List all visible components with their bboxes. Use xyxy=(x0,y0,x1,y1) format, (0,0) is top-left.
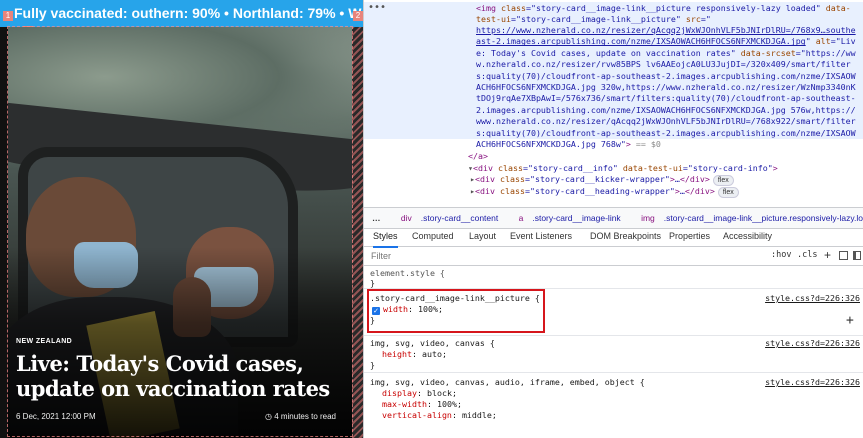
page-preview: Fully vaccinated: outhern: 90% • Northla… xyxy=(0,0,363,438)
dom-line-heading-wrapper[interactable]: ▸<div class="story-card__heading-wrapper… xyxy=(470,186,739,198)
read-time-text: 4 minutes to read xyxy=(274,412,336,421)
property-name: vertical-align xyxy=(382,410,452,420)
dom-line-img-src[interactable]: https://www.nzherald.co.nz/resizer/qAcqq… xyxy=(476,25,860,150)
class-toggle[interactable]: .cls xyxy=(797,250,817,260)
dollar-zero-marker: == $0 xyxy=(635,139,661,150)
tab-computed[interactable]: Computed xyxy=(412,228,454,246)
styles-filter-bar: :hov .cls + xyxy=(364,247,863,266)
hover-state-toggle[interactable]: :hov xyxy=(771,250,791,260)
property-value[interactable]: block; xyxy=(427,388,457,398)
sidebar-toggle-icon[interactable] xyxy=(853,251,861,260)
margin-overlay xyxy=(352,27,363,438)
ticker-text: Fully vaccinated: outhern: 90% • Northla… xyxy=(14,5,363,21)
devtools-panel: ••• <img class="story-card__image-link__… xyxy=(363,0,863,438)
dom-line-img[interactable]: <img class="story-card__image-link__pict… xyxy=(476,3,851,14)
property-name: max-width xyxy=(382,399,427,409)
tab-styles[interactable]: Styles xyxy=(373,228,398,248)
a-close-tag: </a> xyxy=(468,151,488,161)
dom-line-img-2: test-ui="story-card__image-link__picture… xyxy=(476,14,711,24)
clock-icon: ◷ xyxy=(264,412,272,421)
style-rule-img-all[interactable]: img, svg, video, canvas, audio, iframe, … xyxy=(364,375,863,435)
rule-source-link[interactable]: style.css?d=226:326 xyxy=(765,338,860,349)
rule-property-max-width[interactable]: max-width: 100%; xyxy=(382,399,462,410)
tab-layout[interactable]: Layout xyxy=(469,228,496,246)
property-value[interactable]: 100%; xyxy=(437,399,462,409)
new-rule-button[interactable]: + xyxy=(824,248,831,262)
dom-line-a-close[interactable]: </a> xyxy=(468,151,488,162)
styles-pane: element.style { } .story-card__image-lin… xyxy=(364,266,863,438)
computed-styles-toggle-icon[interactable] xyxy=(839,251,848,260)
heading-wrapper-class: story-card__heading-wrapper xyxy=(534,186,670,196)
story-date: 6 Dec, 2021 12:00 PM xyxy=(16,412,96,421)
elements-dom-tree: ••• <img class="story-card__image-link__… xyxy=(364,0,863,205)
vaccination-ticker[interactable]: Fully vaccinated: outhern: 90% • Northla… xyxy=(0,0,363,27)
property-value[interactable]: middle; xyxy=(462,410,497,420)
crumb-tag: div xyxy=(400,213,412,223)
img-src-link[interactable]: https://www.nzherald.co.nz/resizer/qAcqq… xyxy=(476,25,856,46)
highlight-marker-1: 1 xyxy=(3,11,13,21)
breadcrumb-item-a[interactable]: a .story-card__image-link xyxy=(510,213,621,223)
rule-selector: img, svg, video, canvas { xyxy=(370,338,495,348)
property-value[interactable]: auto; xyxy=(422,349,447,359)
rule-source-link[interactable]: style.css?d=226:326 xyxy=(765,293,860,304)
story-headline[interactable]: Live: Today's Covid cases, update on vac… xyxy=(16,351,346,401)
property-name: display xyxy=(382,388,417,398)
crumb-class: .story-card__image-link xyxy=(532,213,621,223)
info-testui: story-card-info xyxy=(692,163,768,173)
tab-event-listeners[interactable]: Event Listeners xyxy=(510,228,572,246)
focus-highlight-box xyxy=(367,289,545,333)
breadcrumb: … div .story-card__content a .story-card__… xyxy=(364,207,863,229)
flex-badge[interactable]: flex xyxy=(712,175,734,186)
crumb-class: .story-card__content xyxy=(420,213,499,223)
img-testui-value: story-card__image-link__picture xyxy=(520,14,676,24)
rule-close: } xyxy=(370,278,375,288)
info-class: story-card__info xyxy=(532,163,613,173)
rule-selector: img, svg, video, canvas, audio, iframe, … xyxy=(370,377,645,387)
property-name: height xyxy=(382,349,412,359)
add-property-button[interactable]: + xyxy=(846,314,854,327)
filter-input[interactable] xyxy=(371,249,731,262)
img-srcset-value: https://www.nzherald.co.nz/resizer/rvw85… xyxy=(476,47,856,150)
story-card-info: NEW ZEALAND Live: Today's Covid cases, u… xyxy=(16,338,346,401)
rule-source-link[interactable]: style.css?d=226:326 xyxy=(765,377,860,388)
highlight-marker-2: 2 xyxy=(353,11,363,21)
element-style-selector: element.style { xyxy=(370,268,445,278)
tab-properties[interactable]: Properties xyxy=(669,228,710,246)
rule-close: } xyxy=(370,360,375,370)
tab-accessibility[interactable]: Accessibility xyxy=(723,228,772,246)
breadcrumb-item-div[interactable]: div .story-card__content xyxy=(392,213,498,223)
dom-line-story-card-info[interactable]: ▾<div class="story-card__info" data-test… xyxy=(468,163,778,174)
rule-property-vertical-align[interactable]: vertical-align: middle; xyxy=(382,410,497,421)
style-rule-element[interactable]: element.style { } xyxy=(364,266,863,289)
node-menu-dots[interactable]: ••• xyxy=(368,2,386,13)
flex-badge[interactable]: flex xyxy=(717,187,739,198)
kicker-wrapper-class: story-card__kicker-wrapper xyxy=(534,174,665,184)
crumb-class: .story-card__image-link__picture.respons… xyxy=(663,213,863,223)
breadcrumb-overflow[interactable]: … xyxy=(372,213,381,223)
crumb-tag: a xyxy=(518,213,524,223)
sidebar-tabs: Styles Computed Layout Event Listeners D… xyxy=(364,228,863,248)
dom-line-kicker-wrapper[interactable]: ▸<div class="story-card__kicker-wrapper"… xyxy=(470,174,734,186)
rule-property-display[interactable]: display: block; xyxy=(382,388,457,399)
crumb-tag: img xyxy=(641,213,655,223)
read-time: ◷ 4 minutes to read xyxy=(265,412,336,421)
rule-property-height[interactable]: height: auto; xyxy=(382,349,447,360)
img-class-value: story-card__image-link__picture responsi… xyxy=(535,3,816,13)
tab-dom-breakpoints[interactable]: DOM Breakpoints xyxy=(590,228,661,246)
story-kicker[interactable]: NEW ZEALAND xyxy=(16,338,346,345)
breadcrumb-item-img[interactable]: img .story-card__image-link__picture.resp… xyxy=(632,213,863,223)
style-rule-img-svg[interactable]: img, svg, video, canvas { height: auto; … xyxy=(364,336,863,373)
